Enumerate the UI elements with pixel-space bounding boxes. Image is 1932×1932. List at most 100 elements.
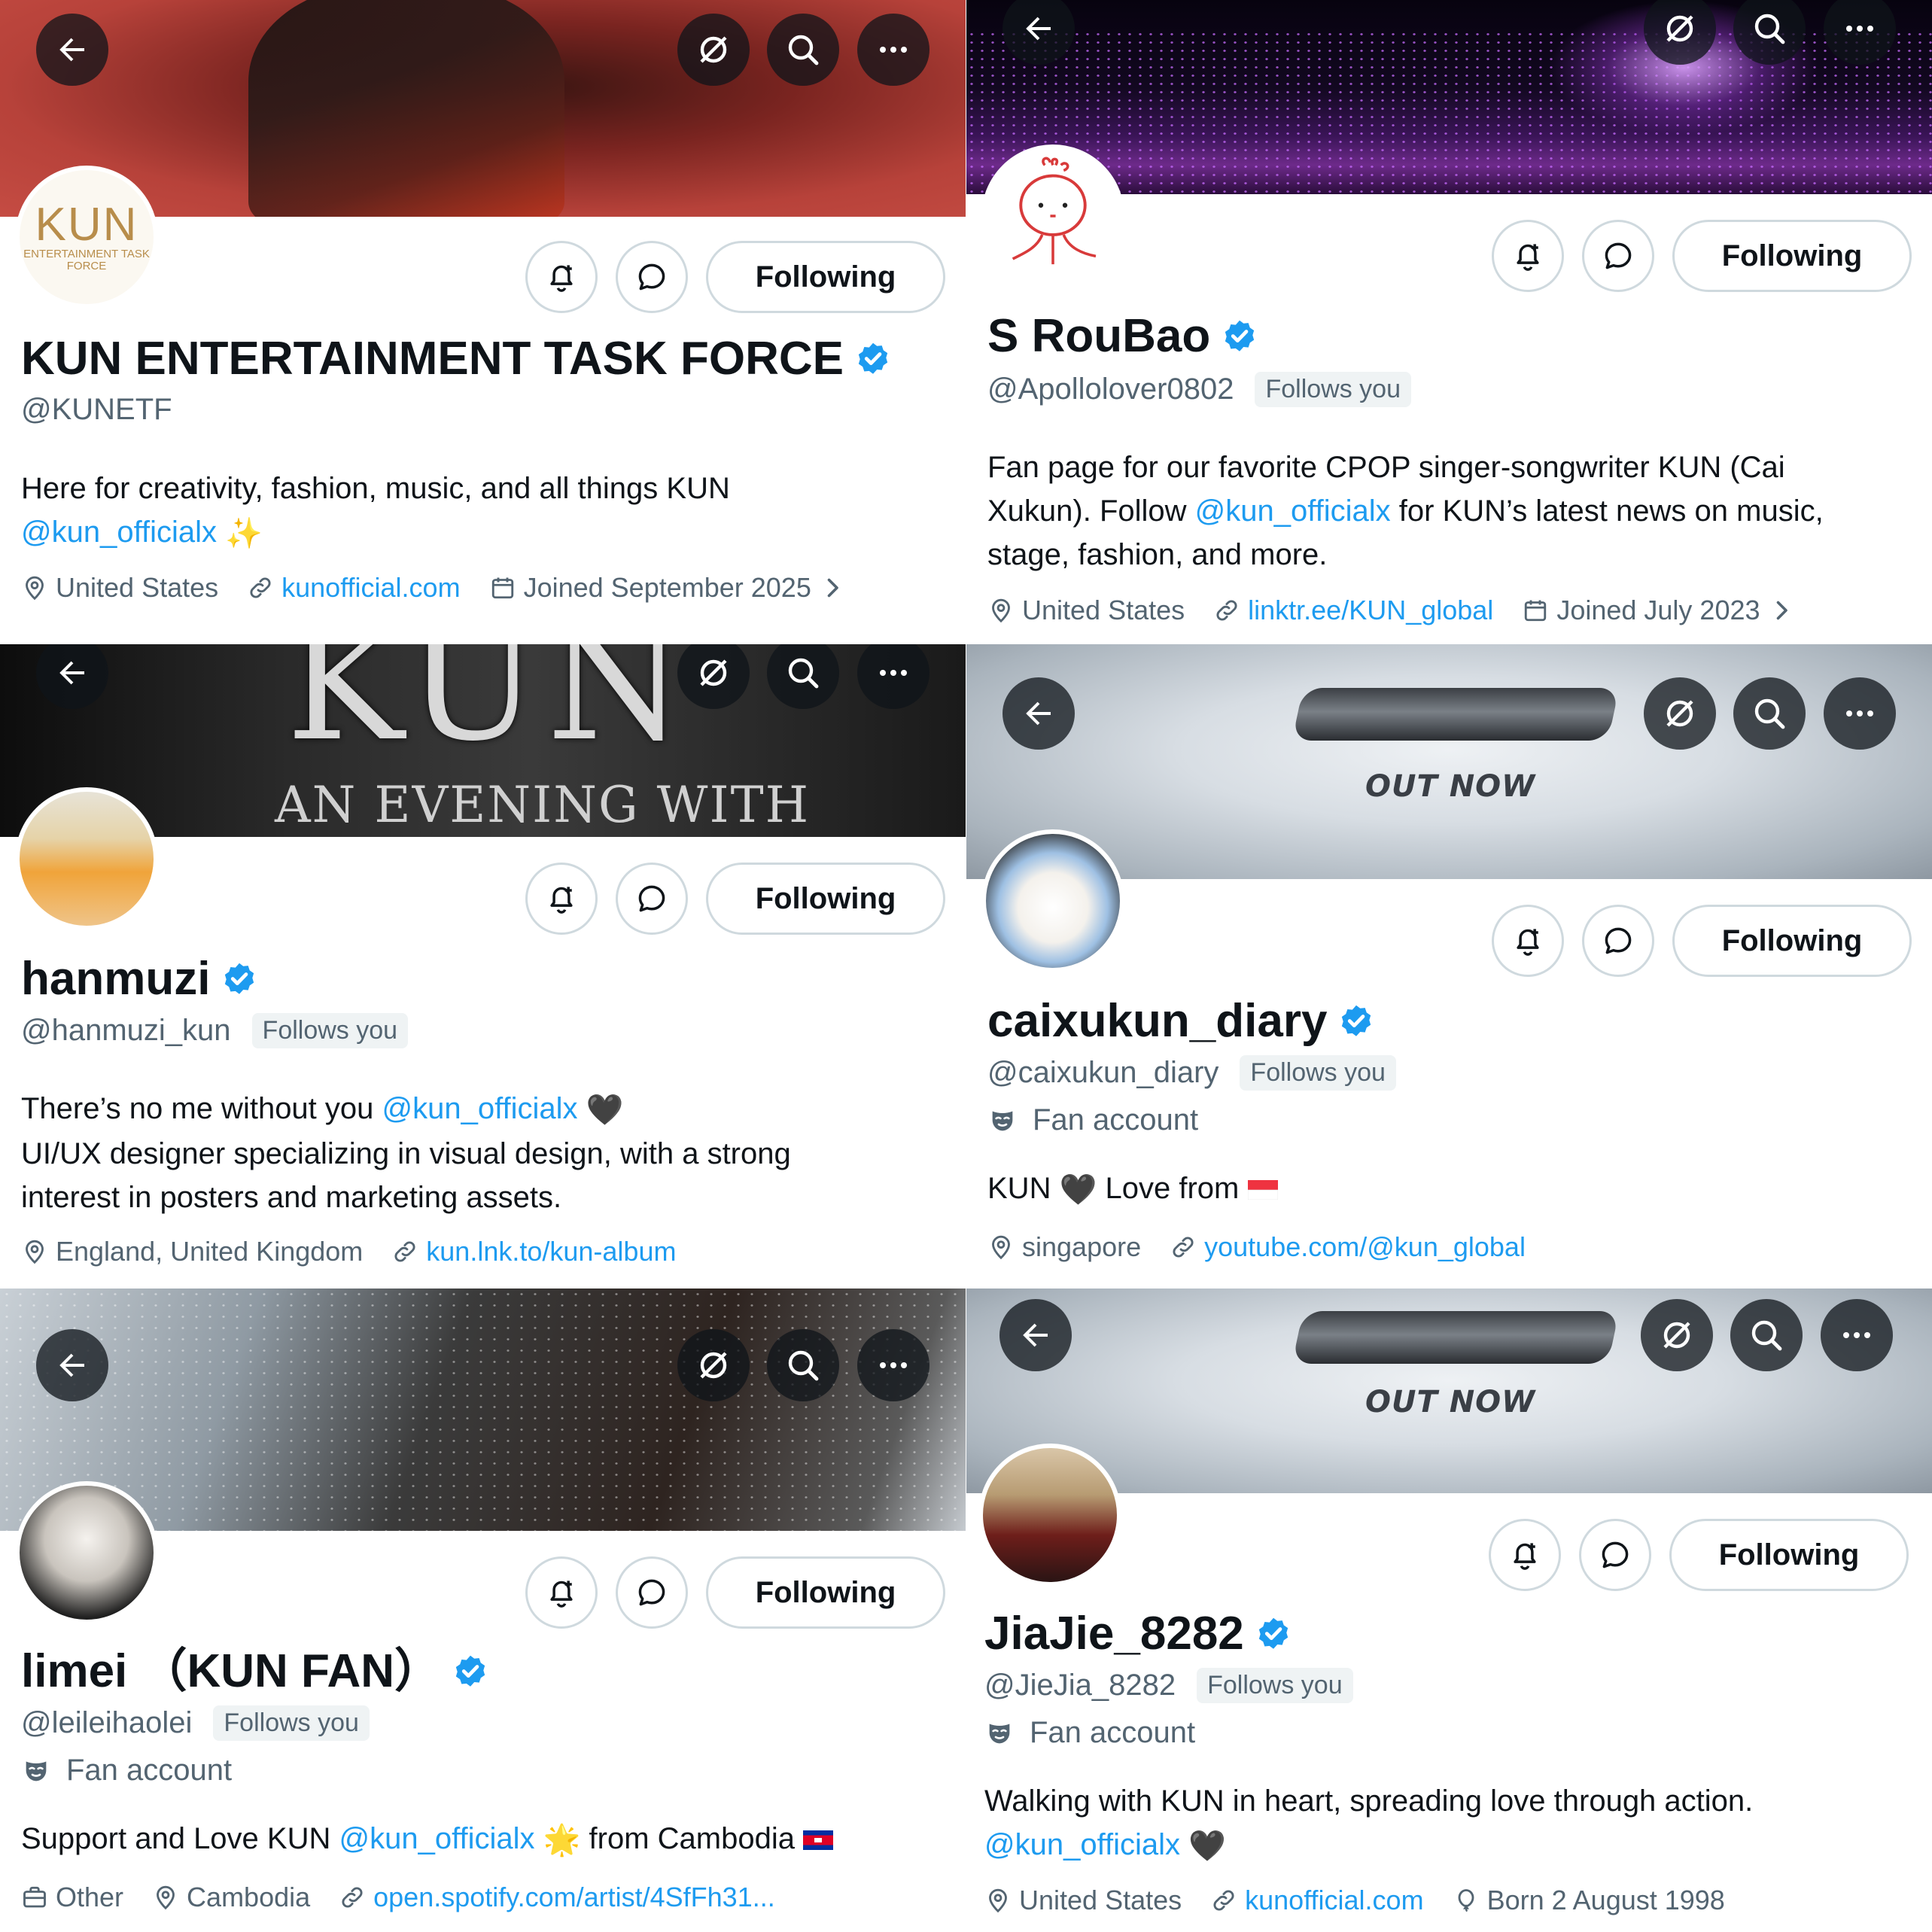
search-button[interactable] [1730,1299,1803,1371]
notification-button[interactable] [1489,1519,1561,1591]
message-button[interactable] [616,1556,688,1629]
back-button[interactable] [1003,677,1075,750]
unmute-icon [695,655,732,691]
back-arrow-icon [54,1347,90,1383]
website-item[interactable]: youtube.com/@kun_global [1170,1231,1526,1263]
bio-line: stage, fashion, and more. [987,538,1328,571]
following-button[interactable]: Following [1669,1519,1909,1591]
birthday-balloon-icon [1453,1887,1480,1914]
avatar[interactable]: KUN ENTERTAINMENT TASK FORCE [15,166,158,309]
profession-item: Other [21,1882,123,1913]
back-button[interactable] [36,14,108,86]
handle-row: @JieJia_8282 Follows you [984,1668,1353,1703]
joined-text: Joined July 2023 [1556,595,1760,625]
bio-mention-link[interactable]: @kun_officialx [984,1828,1180,1861]
website-item[interactable]: kunofficial.com [1210,1885,1424,1916]
notification-bell-plus-icon [545,882,578,915]
bio-mention-link[interactable]: @kun_officialx [1195,494,1391,528]
message-button[interactable] [1579,1519,1651,1591]
avatar[interactable] [981,829,1124,972]
following-button[interactable]: Following [1672,905,1912,977]
location-text: United States [56,572,219,603]
following-button[interactable]: Following [706,1556,945,1629]
website-item[interactable]: kun.lnk.to/kun-album [391,1236,676,1267]
notification-button[interactable] [1492,220,1564,292]
back-button[interactable] [999,1299,1072,1371]
verified-badge-icon[interactable] [221,960,258,998]
message-button[interactable] [1582,220,1654,292]
website-link[interactable]: linktr.ee/KUN_global [1248,595,1493,626]
more-icon [1842,695,1878,732]
more-button[interactable] [1824,677,1896,750]
website-link[interactable]: kun.lnk.to/kun-album [426,1236,676,1267]
website-item[interactable]: kunofficial.com [247,572,461,604]
avatar[interactable] [15,1481,158,1624]
unmute-button[interactable] [1641,1299,1713,1371]
notification-button[interactable] [1492,905,1564,977]
bio-mention-link[interactable]: @kun_officialx [339,1822,534,1855]
avatar[interactable] [981,145,1124,288]
avatar[interactable] [978,1444,1121,1587]
doodle-avatar-image [1012,157,1097,265]
unmute-button[interactable] [677,1329,750,1401]
bio-text: Support and Love KUN [21,1822,339,1855]
profile-banner[interactable]: OUT NOW [966,644,1932,879]
search-button[interactable] [767,1329,839,1401]
notification-button[interactable] [525,1556,598,1629]
bio-line: interest in posters and marketing assets… [21,1181,562,1215]
black-heart-emoji: 🖤 [1188,1830,1226,1864]
avatar[interactable] [15,787,158,930]
chevron-right-icon [1768,597,1795,624]
more-button[interactable] [857,14,929,86]
joined-item[interactable]: Joined July 2023 [1522,595,1802,626]
follows-you-badge: Follows you [1197,1668,1353,1703]
link-icon [1210,1887,1237,1914]
category-label[interactable]: Fan account [987,1103,1198,1137]
link-icon [1213,597,1240,624]
location-text: United States [1022,595,1185,625]
website-link[interactable]: kunofficial.com [281,572,460,604]
birthday-text: Born 2 August 1998 [1486,1885,1725,1915]
message-button[interactable] [1582,905,1654,977]
verified-badge-icon[interactable] [1255,1615,1292,1653]
verified-badge-icon[interactable] [854,340,892,378]
back-arrow-icon [54,32,90,68]
profile-meta: Other Cambodia open.spotify.com/artist/4… [21,1882,804,1913]
notification-button[interactable] [525,863,598,935]
verified-badge-icon[interactable] [1337,1003,1375,1040]
website-link[interactable]: youtube.com/@kun_global [1204,1231,1526,1263]
unmute-button[interactable] [1644,677,1716,750]
more-button[interactable] [857,1329,929,1401]
following-button[interactable]: Following [1672,220,1912,292]
profile-banner[interactable] [0,1289,966,1531]
notification-button[interactable] [525,241,598,313]
more-button[interactable] [1821,1299,1893,1371]
website-item[interactable]: linktr.ee/KUN_global [1213,595,1493,626]
website-link[interactable]: kunofficial.com [1245,1885,1423,1916]
display-name: JiaJie_8282 [984,1608,1244,1660]
following-button[interactable]: Following [706,863,945,935]
website-item[interactable]: open.spotify.com/artist/4SfFh31... [339,1882,775,1913]
notification-bell-plus-icon [1511,924,1544,957]
search-icon [1751,11,1787,47]
category-label[interactable]: Fan account [21,1754,232,1787]
message-button[interactable] [616,863,688,935]
bio-mention-link[interactable]: @kun_officialx [21,516,217,549]
search-button[interactable] [1733,677,1806,750]
following-button[interactable]: Following [706,241,945,313]
display-name: S RouBao [987,310,1211,362]
handle: @hanmuzi_kun [21,1014,231,1047]
verified-badge-icon[interactable] [1221,318,1258,355]
bio-text: from Cambodia [580,1822,795,1855]
bio-mention-link[interactable]: @kun_officialx [382,1092,578,1125]
location-text: singapore [1022,1231,1142,1262]
handle-row: @hanmuzi_kun Follows you [21,1013,409,1048]
back-button[interactable] [36,1329,108,1401]
message-button[interactable] [616,241,688,313]
joined-item[interactable]: Joined September 2025 [489,572,853,604]
search-button[interactable] [767,14,839,86]
website-link[interactable]: open.spotify.com/artist/4SfFh31... [373,1882,775,1913]
category-label[interactable]: Fan account [984,1716,1195,1750]
verified-badge-icon[interactable] [452,1653,489,1690]
unmute-button[interactable] [677,14,750,86]
